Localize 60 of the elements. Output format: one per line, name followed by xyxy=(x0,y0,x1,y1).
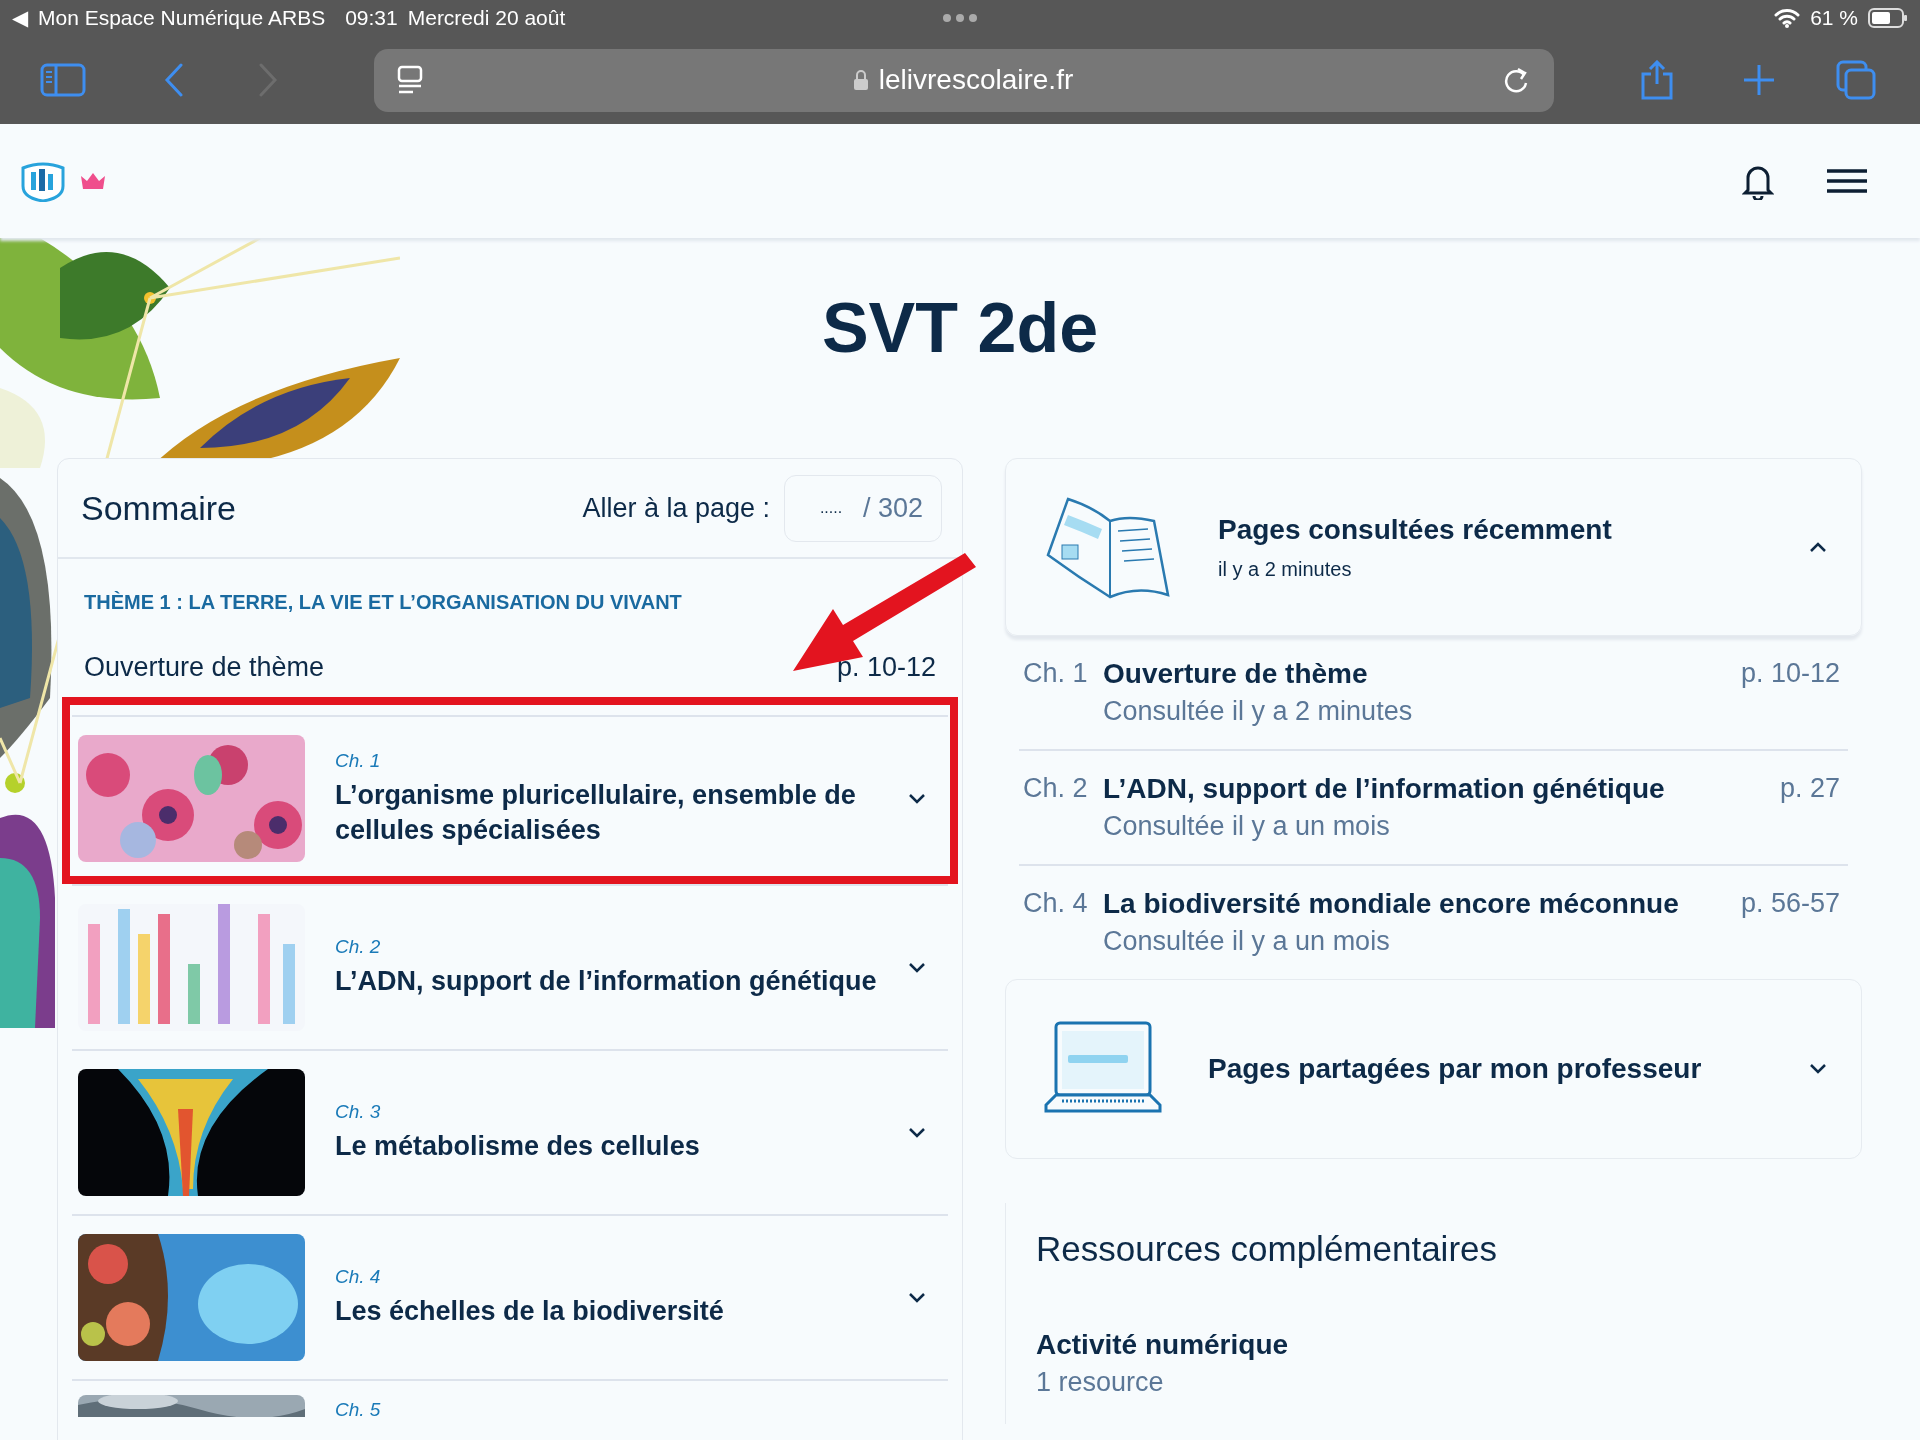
chapter-title: Le métabolisme des cellules xyxy=(335,1130,701,1163)
menu-icon[interactable] xyxy=(1826,168,1868,194)
page-range: p. 56-57 xyxy=(1740,888,1840,919)
chevron-icon[interactable] xyxy=(1809,1063,1827,1075)
address-bar[interactable]: lelivrescolaire.fr xyxy=(374,48,1554,112)
chapter-title: L’organisme pluricellulaire, ensemble de cellules spécialisées xyxy=(335,778,857,847)
chevron-icon[interactable] xyxy=(908,1291,926,1304)
resource-title[interactable]: Activité numérique xyxy=(1036,1329,1832,1361)
book-title: SVT 2de xyxy=(820,288,1100,369)
chapter-number: Ch. 5 xyxy=(335,1399,382,1421)
chapter-title: Les échelles de la biodiversité xyxy=(335,1295,725,1328)
back-arrow[interactable]: ◀ xyxy=(12,6,28,30)
reload-icon[interactable] xyxy=(1502,65,1530,95)
resource-count: 1 resource xyxy=(1036,1367,1165,1398)
page-title: Ouverture de thème xyxy=(1103,658,1369,690)
logo-icon[interactable] xyxy=(20,160,66,202)
shared-pages-title: Pages partagées par mon professeur xyxy=(1207,1053,1702,1085)
page-range: p. 10-12 xyxy=(1740,658,1840,689)
chapter-item[interactable]: Ch. 5 xyxy=(72,1379,948,1439)
page-number-input[interactable]: ..... xyxy=(799,498,863,518)
page-title: L’ADN, support de l’information génétique xyxy=(1103,773,1666,805)
chapter-title: L’ADN, support de l’information génétique xyxy=(335,965,878,998)
recent-pages-time: il y a 2 minutes xyxy=(1218,557,1353,581)
chevron-icon[interactable] xyxy=(1809,541,1827,553)
goto-page-label: Aller à la page : xyxy=(582,492,770,524)
page-range: p. 10-12 xyxy=(836,652,936,683)
crown-icon xyxy=(80,172,106,190)
page-field[interactable]: ..... / 302 xyxy=(784,474,942,542)
recent-page-item[interactable]: Ch. 2 L’ADN, support de l’information génétique Consultée il y a un mois p. 27 xyxy=(1019,751,1848,866)
chevron-icon[interactable] xyxy=(908,792,926,805)
recent-pages-title: Pages consultées récemment xyxy=(1218,513,1613,546)
reader-icon[interactable] xyxy=(396,65,424,95)
recent-pages-card[interactable]: Pages consultées récemment il y a 2 minutes xyxy=(1005,458,1862,636)
chevron-icon[interactable] xyxy=(908,1126,926,1139)
viewed-time: Consultée il y a un mois xyxy=(1103,926,1391,957)
date: Mercredi 20 août xyxy=(407,6,566,30)
chapter-item[interactable]: Ch. 3 Le métabolisme des cellules xyxy=(72,1049,948,1214)
url-text: lelivrescolaire.fr xyxy=(878,64,1074,96)
chapter-number: Ch. 1 xyxy=(1023,658,1089,689)
shared-pages-card[interactable]: Pages partagées par mon professeur xyxy=(1005,979,1862,1159)
resources-title: Ressources complémentaires xyxy=(1036,1229,1498,1269)
battery-percent: 61 % xyxy=(1810,6,1858,30)
wifi-icon xyxy=(1774,8,1801,28)
chapter-number: Ch. 2 xyxy=(1023,773,1089,804)
chevron-icon[interactable] xyxy=(908,961,926,974)
clock: 09:31 xyxy=(345,6,398,30)
recent-page-item[interactable]: Ch. 4 La biodiversité mondiale encore méconnue Consultée il y a un mois p. 56-57 xyxy=(1019,866,1848,979)
battery-icon xyxy=(1868,8,1908,28)
viewed-time: Consultée il y a 2 minutes xyxy=(1103,696,1414,727)
chapter-item[interactable]: Ch. 4 Les échelles de la biodiversité xyxy=(72,1214,948,1379)
chapter-number: Ch. 4 xyxy=(1023,888,1089,919)
chapter-number: Ch. 3 xyxy=(335,1101,382,1123)
page-title: La biodiversité mondiale encore méconnue xyxy=(1103,888,1680,920)
more-dots-icon[interactable] xyxy=(942,13,978,23)
recent-page-item[interactable]: Ch. 1 Ouverture de thème Consultée il y a 2 minutes p. 10-12 xyxy=(1019,636,1848,751)
lock-icon xyxy=(852,69,869,91)
back-app-label[interactable]: Mon Espace Numérique ARBS xyxy=(38,6,326,30)
page-range: p. 27 xyxy=(1779,773,1840,804)
viewed-time: Consultée il y a un mois xyxy=(1103,811,1391,842)
chapter-number: Ch. 4 xyxy=(335,1266,382,1288)
